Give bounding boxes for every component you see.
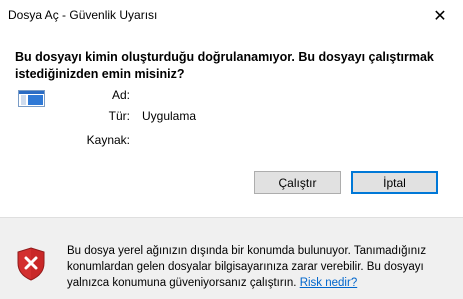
warning-footer: Bu dosya yerel ağınızın dışında bir konu… bbox=[0, 217, 463, 299]
type-label: Tür: bbox=[108, 109, 130, 123]
title-bar: Dosya Aç - Güvenlik Uyarısı ✕ bbox=[0, 0, 463, 31]
type-value: Uygulama bbox=[142, 109, 197, 123]
window-title: Dosya Aç - Güvenlik Uyarısı bbox=[8, 8, 158, 22]
close-icon: ✕ bbox=[433, 7, 447, 25]
security-question: Bu dosyayı kimin oluşturduğu doğrulanamı… bbox=[15, 50, 434, 81]
warning-message: Bu dosya yerel ağınızın dışında bir konu… bbox=[67, 243, 452, 291]
close-button[interactable]: ✕ bbox=[417, 0, 463, 31]
risk-link[interactable]: Risk nedir? bbox=[300, 277, 358, 289]
cancel-button[interactable]: İptal bbox=[351, 171, 438, 194]
name-label: Ad: bbox=[111, 88, 130, 102]
run-button[interactable]: Çalıştır bbox=[254, 171, 341, 194]
application-icon bbox=[18, 90, 45, 107]
security-shield-error-icon bbox=[17, 247, 45, 281]
warning-text: Bu dosya yerel ağınızın dışında bir konu… bbox=[67, 245, 427, 289]
source-label: Kaynak: bbox=[86, 133, 130, 147]
